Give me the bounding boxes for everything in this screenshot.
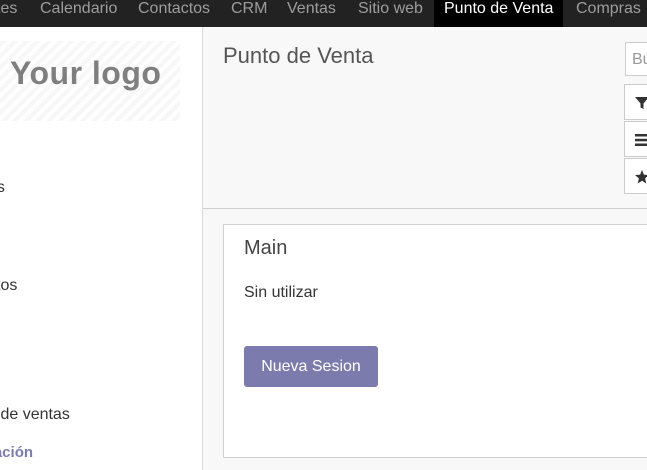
filter-button[interactable] [624,84,647,120]
card-title: Main [244,237,288,259]
menu-item-partial[interactable]: tes [0,0,17,27]
filter-icon [635,97,647,109]
menu-item-purchases[interactable]: Compras [576,0,641,27]
search-input[interactable]: Bu [625,42,647,76]
pos-config-card: Main Sin utilizar Nueva Sesion [223,224,647,458]
top-menu-bar: tes Calendario Contactos CRM Ventas Siti… [0,0,647,27]
sidebar-item[interactable]: ctos [0,277,17,295]
menu-item-sales[interactable]: Ventas [287,0,336,27]
sidebar-item[interactable]: es [0,179,5,197]
menu-item-website[interactable]: Sitio web [358,0,423,27]
menu-item-point-of-sale[interactable]: Punto de Venta [434,0,564,27]
star-icon [635,170,647,184]
menu-item-calendar[interactable]: Calendario [40,0,117,27]
sidebar: Your logo s es o ctos s s s de ventas ra… [0,27,203,470]
list-icon [635,134,647,146]
sidebar-item[interactable]: s de ventas [0,406,70,424]
menu-item-contacts[interactable]: Contactos [138,0,210,27]
session-status: Sin utilizar [244,284,318,301]
menu-item-crm[interactable]: CRM [231,0,267,27]
control-panel: Punto de Venta Bu [203,27,647,209]
favorites-button[interactable] [624,158,647,194]
main-content: Punto de Venta Bu Main Sin utilizar Nuev… [203,27,647,470]
new-session-button[interactable]: Nueva Sesion [244,346,378,387]
page-title: Punto de Venta [223,43,374,68]
logo-text: Your logo [10,55,162,91]
company-logo[interactable]: Your logo [0,41,180,121]
sidebar-section-header: ración [0,444,34,461]
group-by-button[interactable] [624,121,647,157]
